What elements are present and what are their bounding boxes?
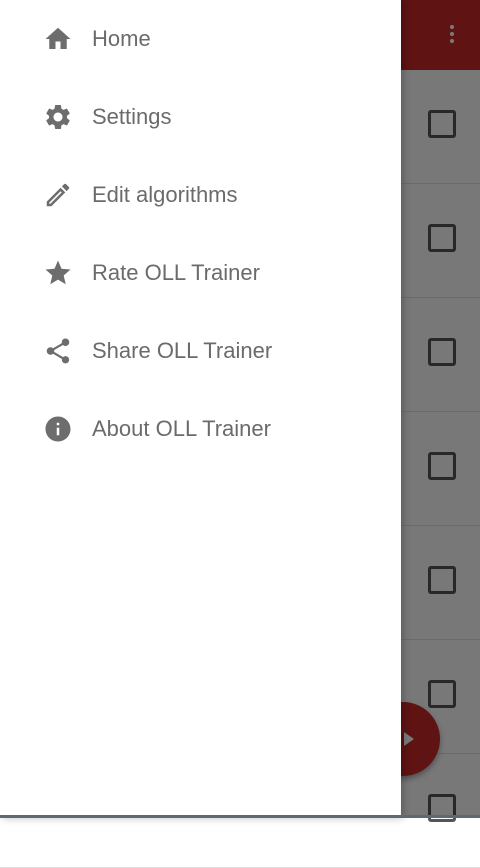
menu-item-label: Edit algorithms	[92, 182, 238, 207]
menu-item-label: Share OLL Trainer	[92, 338, 273, 363]
menu-item-settings[interactable]: Settings	[0, 78, 401, 156]
pencil-icon	[43, 180, 73, 210]
share-icon	[43, 336, 73, 366]
home-icon	[43, 24, 73, 54]
navigation-drawer: Home Settings Edit algorithms Rate OLL T…	[0, 0, 401, 818]
star-icon	[43, 258, 73, 288]
menu-item-edit-algorithms[interactable]: Edit algorithms	[0, 156, 401, 234]
menu-item-label: About OLL Trainer	[92, 416, 271, 441]
menu-item-about[interactable]: About OLL Trainer	[0, 390, 401, 468]
menu-item-share[interactable]: Share OLL Trainer	[0, 312, 401, 390]
menu-item-home[interactable]: Home	[0, 0, 401, 78]
menu-item-label: Rate OLL Trainer	[92, 260, 260, 285]
gear-icon	[43, 102, 73, 132]
menu-item-rate[interactable]: Rate OLL Trainer	[0, 234, 401, 312]
drawer-menu: Home Settings Edit algorithms Rate OLL T…	[0, 0, 401, 468]
info-icon	[43, 414, 73, 444]
menu-item-label: Home	[92, 26, 151, 51]
menu-item-label: Settings	[92, 104, 172, 129]
